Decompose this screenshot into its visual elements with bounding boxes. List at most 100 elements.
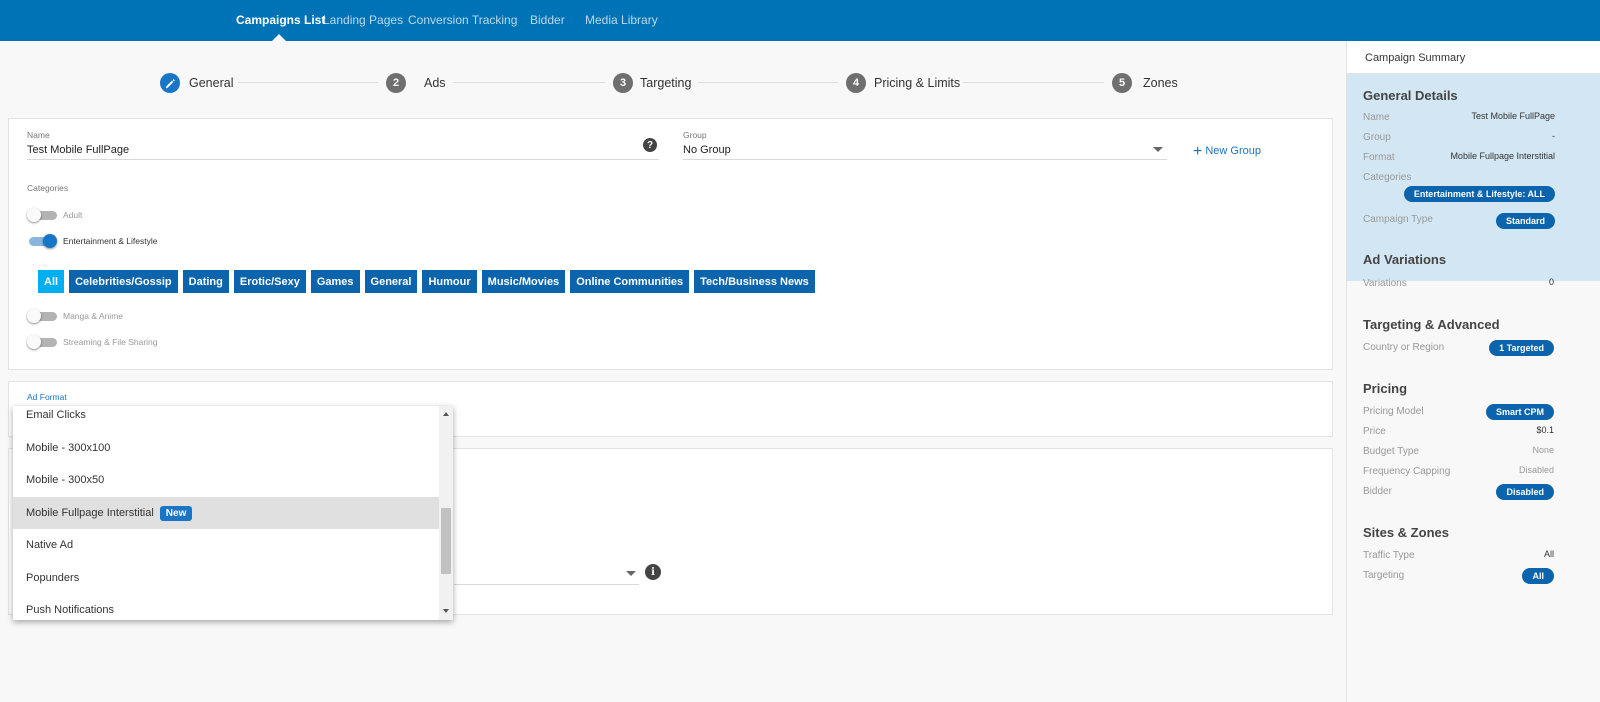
summary-value: Test Mobile FullPage: [1471, 111, 1555, 121]
chip-tech-business-news[interactable]: Tech/Business News: [694, 270, 815, 293]
toggle-manga-anime[interactable]: [27, 309, 57, 323]
select-underline: [454, 584, 639, 585]
nav-media-library[interactable]: Media Library: [585, 13, 658, 27]
summary-label: Country or Region: [1363, 342, 1445, 353]
chip-all[interactable]: All: [38, 270, 65, 293]
toggle-entertainment-lifestyle[interactable]: [27, 234, 57, 248]
summary-value: All: [1543, 549, 1554, 559]
nav-bidder[interactable]: Bidder: [530, 13, 565, 27]
option-label: Push Notifications: [26, 604, 115, 616]
summary-label: Budget Type: [1363, 446, 1419, 457]
option-label: Mobile - 300x100: [26, 442, 111, 454]
option-label: Mobile - 300x50: [26, 474, 105, 486]
chip-humour[interactable]: Humour: [422, 270, 477, 293]
campaign-type-badge: Standard: [1495, 213, 1555, 229]
active-nav-caret: [272, 34, 286, 41]
nav-campaigns-list[interactable]: Campaigns List: [236, 13, 325, 27]
ad-format-dropdown[interactable]: Email Clicks Mobile - 300x100 Mobile - 3…: [13, 406, 453, 620]
general-details-section: General Details Name Test Mobile FullPag…: [1347, 74, 1600, 281]
summary-label: Price: [1363, 426, 1386, 437]
new-group-button[interactable]: + New Group: [1193, 143, 1261, 161]
summary-value: $0.1: [1536, 425, 1554, 435]
option-native-ad[interactable]: Native Ad: [13, 529, 439, 561]
step-targeting[interactable]: 3 Targeting: [613, 73, 691, 93]
nav-landing-pages[interactable]: Landing Pages: [323, 13, 403, 27]
plus-icon: +: [1193, 143, 1203, 160]
section-title: General Details: [1363, 88, 1458, 103]
toggle-adult[interactable]: [27, 208, 57, 222]
toggle-label: Manga & Anime: [63, 311, 124, 321]
summary-label: Campaign Type: [1363, 214, 1433, 225]
step-ads[interactable]: 2 Ads: [386, 73, 446, 93]
step-zones[interactable]: 5 Zones: [1112, 73, 1178, 93]
option-mobile-300x100[interactable]: Mobile - 300x100: [13, 432, 439, 464]
chip-music-movies[interactable]: Music/Movies: [481, 270, 566, 293]
country-badge: 1 Targeted: [1489, 340, 1554, 356]
ad-format-label: Ad Format: [27, 392, 67, 402]
step-number: 2: [386, 73, 406, 93]
step-number: 4: [846, 73, 866, 93]
help-icon[interactable]: ?: [643, 138, 657, 152]
nav-conversion-tracking[interactable]: Conversion Tracking: [408, 13, 517, 27]
summary-label: Categories: [1363, 172, 1412, 183]
summary-label: Traffic Type: [1363, 550, 1415, 561]
category-chips: All Celebrities/Gossip Dating Erotic/Sex…: [38, 270, 815, 293]
summary-label: Bidder: [1363, 486, 1392, 497]
option-label: Native Ad: [26, 539, 74, 551]
summary-label: Format: [1363, 152, 1395, 163]
group-select[interactable]: No Group: [683, 144, 731, 156]
summary-value: Mobile Fullpage Interstitial: [1450, 151, 1555, 161]
chip-celebrities-gossip[interactable]: Celebrities/Gossip: [69, 270, 178, 293]
name-input[interactable]: Test Mobile FullPage: [27, 144, 129, 156]
chevron-down-icon[interactable]: [626, 571, 636, 576]
chip-erotic-sexy[interactable]: Erotic/Sexy: [233, 270, 306, 293]
option-popunders[interactable]: Popunders: [13, 562, 439, 594]
summary-value: 0: [1548, 277, 1554, 287]
step-label: Pricing & Limits: [874, 76, 961, 90]
chip-general[interactable]: General: [364, 270, 418, 293]
group-label: Group: [683, 130, 707, 140]
scrollbar-thumb[interactable]: [441, 508, 451, 574]
step-label: Ads: [424, 76, 446, 90]
chevron-down-icon[interactable]: [1153, 147, 1163, 152]
scroll-up-icon[interactable]: [443, 412, 449, 416]
chip-games[interactable]: Games: [310, 270, 360, 293]
step-connector: [963, 82, 1104, 83]
step-label: Zones: [1143, 76, 1178, 90]
targeting-badge: All: [1522, 568, 1554, 584]
name-underline: [27, 159, 659, 160]
top-nav: Campaigns List Landing Pages Conversion …: [0, 0, 1600, 41]
option-mobile-300x50[interactable]: Mobile - 300x50: [13, 464, 439, 496]
chip-online-communities[interactable]: Online Communities: [570, 270, 690, 293]
step-label: General: [189, 76, 234, 90]
group-underline: [683, 159, 1167, 160]
step-number: 3: [613, 73, 633, 93]
new-badge: New: [159, 505, 193, 521]
step-pricing-limits[interactable]: 4 Pricing & Limits: [846, 73, 960, 93]
categories-label: Categories: [27, 183, 69, 193]
new-group-label: New Group: [1205, 145, 1261, 157]
section-title: Ad Variations: [1363, 252, 1447, 267]
categories-badge: Entertainment & Lifestyle: ALL: [1403, 186, 1555, 202]
option-email-clicks[interactable]: Email Clicks: [13, 406, 439, 431]
step-connector: [453, 82, 605, 83]
pricing-model-badge: Smart CPM: [1485, 404, 1554, 420]
pencil-icon: [160, 73, 180, 93]
section-title: Pricing: [1363, 381, 1408, 396]
summary-label: Group: [1363, 132, 1391, 143]
step-label: Targeting: [640, 76, 692, 90]
step-connector: [238, 82, 378, 83]
scroll-down-icon[interactable]: [443, 609, 449, 613]
summary-header: Campaign Summary: [1347, 41, 1600, 74]
option-mobile-fullpage-interstitial[interactable]: Mobile Fullpage Interstitial New: [13, 497, 439, 529]
option-label: Mobile Fullpage Interstitial: [26, 507, 154, 519]
toggle-label: Streaming & File Sharing: [63, 337, 158, 347]
option-push-notifications[interactable]: Push Notifications: [13, 594, 439, 620]
info-icon[interactable]: i: [645, 564, 661, 580]
summary-label: Pricing Model: [1363, 406, 1424, 417]
toggle-streaming-file-sharing[interactable]: [27, 335, 57, 349]
chip-dating[interactable]: Dating: [182, 270, 229, 293]
section-title: Sites & Zones: [1363, 525, 1449, 540]
toggle-label: Entertainment & Lifestyle: [63, 236, 158, 246]
step-general[interactable]: General: [160, 73, 233, 93]
